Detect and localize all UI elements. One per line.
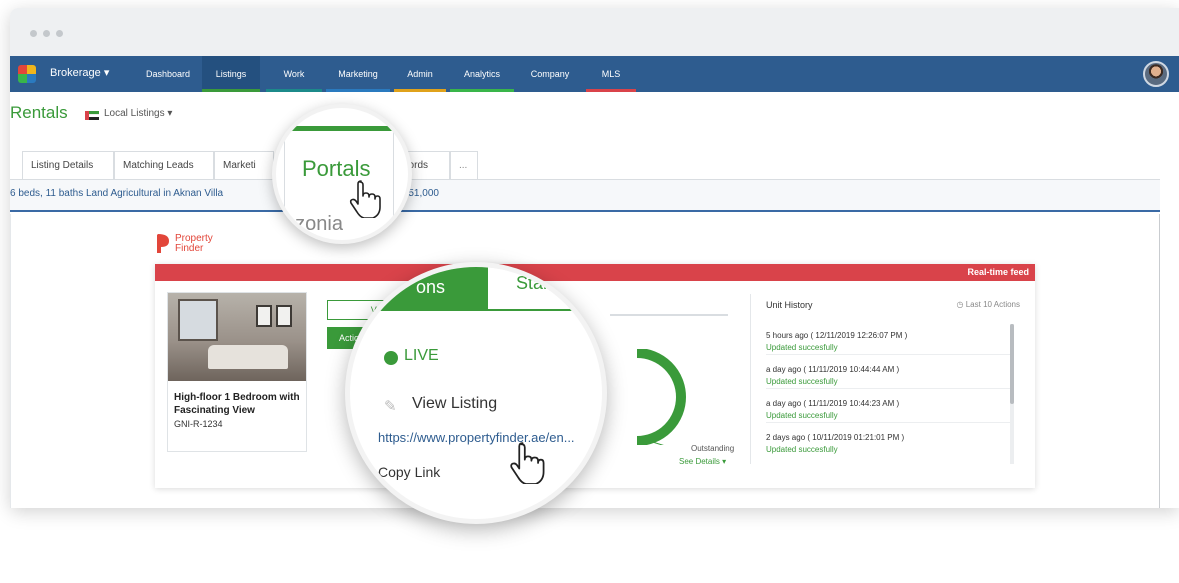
top-navbar: Brokerage ▾ Dashboard Listings Work Mark… xyxy=(10,56,1179,92)
nav-accent-bar xyxy=(136,89,200,92)
history-entry: a day ago ( 11/11/2019 10:44:44 AM ) Upd… xyxy=(766,364,1011,389)
portals-tab-magnifier: Portals azonia xyxy=(272,104,412,244)
history-time: a day ago ( 11/11/2019 10:44:44 AM ) xyxy=(766,365,900,374)
photo-frame xyxy=(256,305,272,327)
tab-border xyxy=(393,131,394,240)
chevron-down-icon: ▾ xyxy=(103,67,110,79)
last-actions-text: Last 10 Actions xyxy=(965,300,1020,309)
see-details-link[interactable]: See Details ▾ xyxy=(679,457,726,466)
nav-dashboard-label: Dashboard xyxy=(145,69,191,79)
history-entry: a day ago ( 11/11/2019 10:44:23 AM ) Upd… xyxy=(766,398,1011,423)
nav-accent-bar xyxy=(394,89,446,92)
live-status-label: LIVE xyxy=(404,347,439,364)
page-title: Rentals xyxy=(10,103,68,122)
summary-left-text: 6 beds, 11 baths Land Agricultural in Ak… xyxy=(10,188,224,199)
nav-company-label: Company xyxy=(530,69,570,79)
nav-accent-bar xyxy=(450,89,514,92)
tab-portals[interactable]: Portals xyxy=(302,156,370,182)
status-progress-line xyxy=(610,314,728,316)
tab-marketing[interactable]: Marketi xyxy=(214,151,274,179)
property-finder-wordmark: Property Finder xyxy=(175,234,213,254)
property-photo[interactable] xyxy=(168,293,306,381)
nav-admin-label: Admin xyxy=(407,69,433,79)
hand-cursor-icon xyxy=(349,180,381,218)
realtime-feed-label: Real-time feed xyxy=(967,267,1029,277)
live-status-dot xyxy=(384,351,398,365)
magnified-tab-right-label: Standa xyxy=(516,273,574,293)
unit-history-panel: Unit History ◷ Last 10 Actions 5 hours a… xyxy=(750,294,1026,464)
history-status: Updated succesfully xyxy=(766,343,838,352)
portals-tab-active-bar xyxy=(284,126,394,131)
magnified-tab-left-label: ons xyxy=(416,277,446,297)
nav-mls-label: MLS xyxy=(601,69,621,79)
history-time: 5 hours ago ( 12/11/2019 12:26:07 PM ) xyxy=(766,331,908,340)
nav-accent-bar xyxy=(586,89,636,92)
window-titlebar xyxy=(10,8,1179,56)
window-close-dot[interactable] xyxy=(30,30,37,37)
clock-icon: ◷ xyxy=(956,300,964,309)
listing-magnifier: ons Standa LIVE ✎ View Listing https://w… xyxy=(345,262,607,524)
last-actions-label: ◷ Last 10 Actions xyxy=(957,300,1020,309)
nav-work[interactable]: Work xyxy=(266,56,322,92)
unit-history-title: Unit History xyxy=(766,300,813,310)
nav-admin[interactable]: Admin xyxy=(394,56,446,92)
brokerage-menu[interactable]: Brokerage ▾ xyxy=(50,66,109,79)
photo-sofa xyxy=(208,345,288,369)
hand-cursor-icon xyxy=(510,442,545,484)
property-title: High-floor 1 Bedroom with Fascinating Vi… xyxy=(174,392,300,416)
history-time: 2 days ago ( 10/11/2019 01:21:01 PM ) xyxy=(766,433,905,442)
history-entry: 2 days ago ( 10/11/2019 01:21:01 PM ) Up… xyxy=(766,432,1011,456)
property-finder-logo-icon xyxy=(157,234,169,253)
history-status: Updated succesfully xyxy=(766,411,838,420)
nav-analytics[interactable]: Analytics xyxy=(450,56,514,92)
link-icon: ✎ xyxy=(384,398,397,415)
magnified-tab-standard[interactable]: Standa xyxy=(488,267,602,311)
nav-work-label: Work xyxy=(283,69,305,79)
nav-accent-bar xyxy=(202,89,260,92)
photo-frame xyxy=(276,305,292,327)
nav-listings[interactable]: Listings xyxy=(202,56,260,92)
property-reference: GNI-R-1234 xyxy=(174,419,223,429)
pf-logo-line2: Finder xyxy=(175,243,204,254)
history-time: a day ago ( 11/11/2019 10:44:23 AM ) xyxy=(766,399,900,408)
window-maximize-dot[interactable] xyxy=(56,30,63,37)
app-logo-icon[interactable] xyxy=(18,65,36,83)
tab-matching-leads[interactable]: Matching Leads xyxy=(114,151,214,179)
nav-listings-label: Listings xyxy=(215,69,247,79)
portal-name-partial: azonia xyxy=(284,213,343,235)
nav-mls[interactable]: MLS xyxy=(586,56,636,92)
nav-accent-bar xyxy=(266,89,322,92)
nav-marketing[interactable]: Marketing xyxy=(326,56,390,92)
nav-marketing-label: Marketing xyxy=(338,69,378,79)
tab-listing-details[interactable]: Listing Details xyxy=(22,151,114,179)
uae-flag-icon xyxy=(85,111,99,120)
user-avatar[interactable] xyxy=(1143,61,1169,87)
outstanding-label: Outstanding xyxy=(691,444,735,453)
history-entry: 5 hours ago ( 12/11/2019 12:26:07 PM ) U… xyxy=(766,330,1011,355)
local-listings-dropdown[interactable]: Local Listings ▾ xyxy=(104,108,172,119)
copy-link-button[interactable]: Copy Link xyxy=(378,464,440,480)
history-status: Updated succesfully xyxy=(766,445,838,454)
nav-accent-bar xyxy=(518,89,582,92)
magnified-tab-active[interactable]: ons xyxy=(350,267,488,311)
nav-analytics-label: Analytics xyxy=(463,69,500,79)
nav-accent-bar xyxy=(326,89,390,92)
view-listing-label: View Listing xyxy=(412,395,498,412)
property-summary-box[interactable]: High-floor 1 Bedroom with Fascinating Vi… xyxy=(167,292,307,452)
tab-more[interactable]: ... xyxy=(450,151,478,179)
brokerage-label: Brokerage xyxy=(50,67,101,79)
quality-gauge xyxy=(636,349,686,445)
nav-dashboard[interactable]: Dashboard xyxy=(136,56,200,92)
history-scrollbar-thumb[interactable] xyxy=(1010,324,1014,404)
photo-window xyxy=(178,299,218,341)
window-minimize-dot[interactable] xyxy=(43,30,50,37)
nav-company[interactable]: Company xyxy=(518,56,582,92)
history-status: Updated succesfully xyxy=(766,377,838,386)
